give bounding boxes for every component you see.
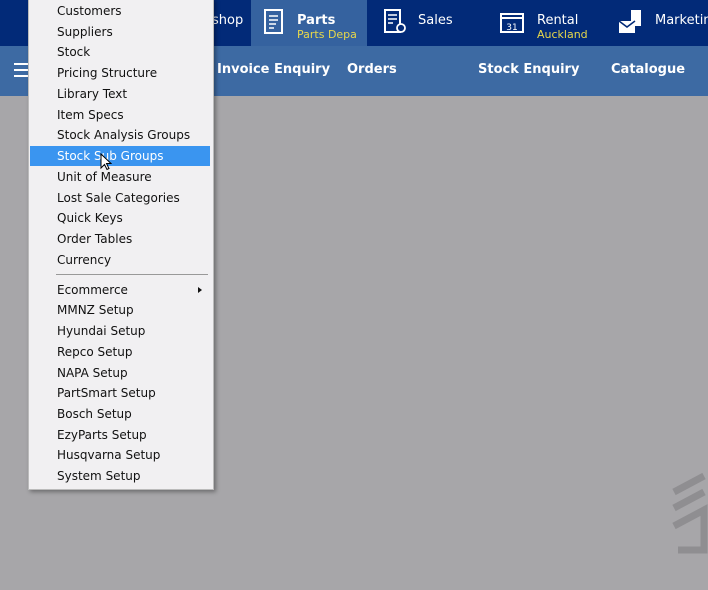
menu-item-lost-sale-categories[interactable]: Lost Sale Categories	[30, 188, 210, 208]
tab-label: Marketing	[655, 13, 708, 28]
tab-sublabel: Auckland	[537, 28, 588, 41]
nav-catalogue[interactable]: Catalogue	[611, 62, 685, 77]
certificate-icon	[384, 9, 406, 33]
menu-item-hyundai-setup[interactable]: Hyundai Setup	[30, 321, 210, 341]
menu-item-pricing-structure[interactable]: Pricing Structure	[30, 63, 210, 83]
menu-item-system-setup[interactable]: System Setup	[30, 466, 210, 486]
menu-item-bosch-setup[interactable]: Bosch Setup	[30, 404, 210, 424]
mail-icon	[618, 10, 641, 33]
menu-item-stock-sub-groups[interactable]: Stock Sub Groups	[30, 146, 210, 166]
menu-item-repco-setup[interactable]: Repco Setup	[30, 342, 210, 362]
menu-item-suppliers[interactable]: Suppliers	[30, 22, 210, 42]
menu-item-library-text[interactable]: Library Text	[30, 84, 210, 104]
tab-marketing[interactable]: Marketing	[610, 0, 708, 46]
nav-stock-enquiry[interactable]: Stock Enquiry	[478, 62, 579, 77]
menu-separator	[56, 274, 208, 275]
submenu-arrow-icon	[198, 287, 202, 293]
tab-label: Parts	[297, 13, 336, 28]
menu-item-ecommerce[interactable]: Ecommerce	[30, 280, 210, 300]
menu-item-stock-analysis-groups[interactable]: Stock Analysis Groups	[30, 125, 210, 145]
calendar-icon: 31	[500, 13, 524, 33]
nav-orders[interactable]: Orders	[347, 62, 397, 77]
menu-item-label: Ecommerce	[57, 283, 128, 297]
menu-item-item-specs[interactable]: Item Specs	[30, 105, 210, 125]
menu-item-unit-of-measure[interactable]: Unit of Measure	[30, 167, 210, 187]
nav-invoice-enquiry[interactable]: Invoice Enquiry	[217, 62, 330, 77]
menu-item-order-tables[interactable]: Order Tables	[30, 229, 210, 249]
app-logo-watermark	[672, 472, 708, 554]
tab-label: Rental	[537, 13, 579, 28]
menu-item-mmnz-setup[interactable]: MMNZ Setup	[30, 300, 210, 320]
menu-item-currency[interactable]: Currency	[30, 250, 210, 270]
menu-item-quick-keys[interactable]: Quick Keys	[30, 208, 210, 228]
tab-rental[interactable]: 31 Rental Auckland	[490, 0, 600, 46]
menu-item-napa-setup[interactable]: NAPA Setup	[30, 363, 210, 383]
menu-item-customers[interactable]: Customers	[30, 1, 210, 21]
tab-sublabel: Parts Depa	[297, 28, 357, 41]
tab-label: Sales	[418, 13, 453, 28]
tab-sales[interactable]: Sales	[367, 0, 482, 46]
menu-item-ezyparts-setup[interactable]: EzyParts Setup	[30, 425, 210, 445]
mouse-cursor-icon	[100, 153, 112, 171]
svg-text:31: 31	[506, 23, 517, 33]
tab-parts[interactable]: Parts Parts Depa	[251, 0, 367, 46]
document-icon	[264, 9, 283, 34]
setup-dropdown-menu: Customers Suppliers Stock Pricing Struct…	[28, 0, 214, 490]
menu-item-partsmart-setup[interactable]: PartSmart Setup	[30, 383, 210, 403]
tab-label: shop	[212, 13, 244, 28]
menu-item-husqvarna-setup[interactable]: Husqvarna Setup	[30, 445, 210, 465]
menu-item-stock[interactable]: Stock	[30, 42, 210, 62]
